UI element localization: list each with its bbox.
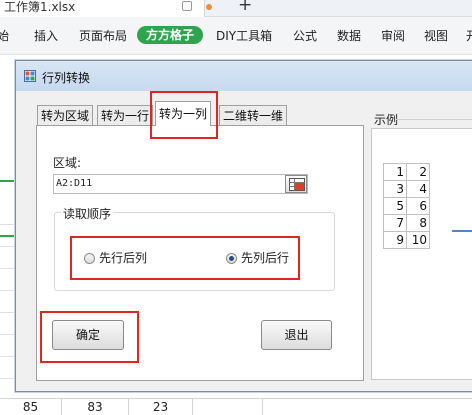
range-picker-icon	[289, 178, 305, 191]
menu-review[interactable]: 审阅	[381, 28, 405, 44]
cell[interactable]: 83	[62, 399, 129, 415]
example-label: 示例	[374, 113, 399, 127]
cell[interactable]	[193, 399, 263, 415]
row-header	[0, 247, 15, 269]
row-header	[0, 313, 15, 335]
row-column-convert-dialog: 行列转换 转为区域 转为一行 转为一列 二维转一维 区域: A2:D11 读取顺…	[15, 60, 472, 392]
row-header	[0, 291, 15, 313]
table-row: 9 10	[383, 231, 430, 249]
radio-circle[interactable]	[84, 253, 95, 264]
table-cell: 7	[383, 214, 407, 232]
table-row: 5 6	[383, 197, 430, 215]
table-row: 3 4	[383, 180, 430, 198]
radio-row-first-label[interactable]: 先行后列	[99, 251, 147, 266]
row-header	[0, 335, 15, 357]
document-title: 工作簿1.xlsx	[4, 0, 76, 14]
menu-view[interactable]: 视图	[424, 28, 448, 44]
table-cell: 5	[383, 197, 407, 215]
table-cell: 8	[406, 214, 430, 232]
radio-circle-selected[interactable]	[226, 253, 237, 264]
example-divider	[396, 119, 472, 120]
row-header	[0, 203, 15, 225]
table-cell: 9	[383, 231, 407, 249]
example-table: 1 2 3 4 5 6 7 8 9 10	[383, 163, 430, 249]
menu-data[interactable]: 数据	[337, 28, 361, 44]
menu-insert[interactable]: 插入	[34, 28, 58, 44]
unsaved-dot-icon	[206, 4, 212, 10]
title-bar: 工作簿1.xlsx +	[0, 0, 472, 17]
ribbon-menu: 始 插入 页面布局 方方格子 DIY工具箱 公式 数据 审阅 视图 开	[0, 17, 472, 55]
menu-start[interactable]: 始	[0, 28, 9, 44]
tab-panel: 区域: A2:D11 读取顺序 先行后列 先列后行 确定 退出	[36, 125, 364, 381]
menu-diy-toolbox[interactable]: DIY工具箱	[216, 28, 272, 44]
menu-page-layout[interactable]: 页面布局	[79, 28, 127, 44]
row-header	[0, 269, 15, 291]
table-cell: 10	[406, 231, 430, 249]
table-cell: 3	[383, 180, 407, 198]
tab-to-row[interactable]: 转为一行	[97, 105, 154, 126]
dialog-title: 行列转换	[42, 71, 91, 85]
table-cell: 2	[406, 163, 430, 181]
table-cell: 6	[406, 197, 430, 215]
row-header	[0, 357, 15, 379]
menu-developer[interactable]: 开	[466, 28, 472, 44]
grid-app-icon	[24, 70, 36, 82]
range-picker-button[interactable]	[285, 175, 307, 193]
read-order-group	[54, 212, 335, 291]
region-label: 区域:	[53, 156, 82, 170]
table-row: 7 8	[383, 214, 430, 232]
region-input[interactable]: A2:D11	[53, 174, 308, 194]
new-tab-icon[interactable]: +	[238, 0, 252, 14]
example-arrow-line	[452, 230, 472, 232]
cell[interactable]: 23	[129, 399, 193, 415]
ok-button[interactable]: 确定	[52, 320, 124, 350]
tab-2d-to-1d[interactable]: 二维转一维	[219, 105, 288, 126]
table-cell: 1	[383, 163, 407, 181]
table-cell: 4	[406, 180, 430, 198]
menu-fangfang-gezi[interactable]: 方方格子	[137, 26, 204, 44]
read-order-legend: 读取顺序	[61, 205, 114, 222]
table-row: 85 83 23	[0, 398, 472, 415]
tab-to-region[interactable]: 转为区域	[37, 105, 94, 126]
selection-marker	[0, 235, 15, 237]
document-tab[interactable]: 工作簿1.xlsx	[0, 0, 205, 17]
radio-col-first-label[interactable]: 先列后行	[241, 251, 289, 266]
cell[interactable]: 85	[0, 399, 62, 415]
table-row: 1 2	[383, 163, 430, 181]
menu-formula[interactable]: 公式	[293, 28, 317, 44]
pin-icon[interactable]	[182, 1, 192, 11]
dialog-title-bar[interactable]: 行列转换	[16, 61, 472, 91]
selection-marker	[0, 180, 15, 182]
exit-button[interactable]: 退出	[261, 320, 332, 350]
tab-to-column[interactable]: 转为一列	[155, 101, 212, 126]
